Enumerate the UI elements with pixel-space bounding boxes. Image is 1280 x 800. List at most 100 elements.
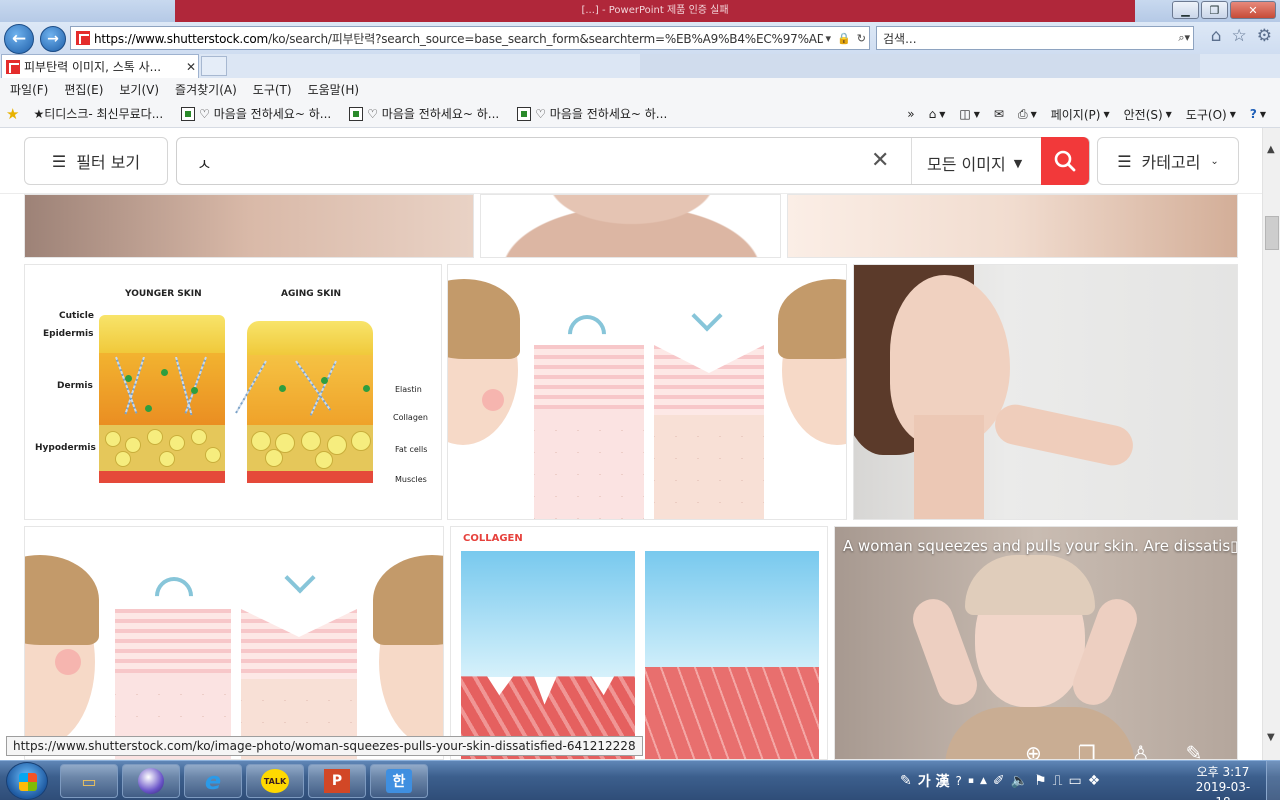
ime-indicator[interactable]: 가 漢 bbox=[918, 771, 950, 791]
minimize-button[interactable]: ▁ bbox=[1172, 1, 1199, 19]
menu-tools[interactable]: 도구(T) bbox=[253, 81, 292, 98]
collection-icon[interactable]: ❐ bbox=[1078, 741, 1096, 759]
browser-tab[interactable]: 피부탄력 이미지, 스톡 사... ✕ bbox=[1, 54, 199, 78]
list-icon: ☰ bbox=[1117, 151, 1132, 171]
menu-file[interactable]: 파일(F) bbox=[10, 81, 48, 98]
dropbox-icon[interactable]: ❖ bbox=[1088, 773, 1101, 789]
filter-label: 필터 보기 bbox=[76, 153, 141, 172]
menu-edit[interactable]: 편집(E) bbox=[64, 81, 103, 98]
show-hidden-icons[interactable]: ▲ bbox=[980, 776, 987, 786]
zoom-plus-icon[interactable]: ⊕ bbox=[1025, 741, 1042, 759]
image-tile[interactable]: YOUNGER SKIN AGING SKIN Cuticle Epidermi… bbox=[24, 264, 442, 520]
tools-menu-label: 도구(O) bbox=[1185, 107, 1227, 122]
image-tile[interactable] bbox=[853, 264, 1238, 520]
star-icon[interactable]: ☆ bbox=[1232, 26, 1247, 46]
vertical-scrollbar[interactable]: ▲ ▼ bbox=[1262, 128, 1280, 760]
lock-icon[interactable]: 🔒 bbox=[837, 32, 851, 45]
hangul-icon: 한 bbox=[386, 769, 412, 793]
gallery-icon bbox=[349, 106, 364, 121]
url-domain: https://www.shutterstock.com bbox=[94, 31, 269, 46]
ime-tools-icon[interactable]: ✎ bbox=[900, 773, 912, 789]
home-command[interactable]: ⌂ ▼ bbox=[929, 107, 946, 121]
search-submit-button[interactable] bbox=[1041, 137, 1089, 185]
taskbar-internet-explorer[interactable]: e bbox=[184, 764, 242, 798]
browser-search-placeholder: 검색... bbox=[883, 31, 917, 46]
menu-help[interactable]: 도움말(H) bbox=[308, 81, 360, 98]
taskbar-powerpoint[interactable]: P bbox=[308, 764, 366, 798]
address-bar[interactable]: https://www.shutterstock.com/ko/search/피… bbox=[70, 26, 870, 50]
clear-search-icon[interactable]: ✕ bbox=[871, 148, 889, 173]
menu-favorites[interactable]: 즐겨찾기(A) bbox=[175, 81, 237, 98]
image-tile[interactable] bbox=[24, 194, 474, 258]
volume-icon[interactable]: 🔈 bbox=[1011, 773, 1028, 789]
tools-command[interactable]: 도구(O) ▼ bbox=[1186, 106, 1236, 123]
favorite-link[interactable]: ♡ 마음을 전하세요~ 하... bbox=[349, 105, 499, 122]
start-button[interactable] bbox=[6, 762, 48, 800]
image-tile[interactable]: A woman squeezes and pulls your skin. Ar… bbox=[834, 526, 1238, 760]
menu-view[interactable]: 보기(V) bbox=[119, 81, 159, 98]
taskbar-explorer[interactable]: ▭ bbox=[60, 764, 118, 798]
gear-icon[interactable]: ⚙ bbox=[1257, 26, 1272, 46]
image-caption: A woman squeezes and pulls your skin. Ar… bbox=[843, 537, 1238, 555]
filter-button[interactable]: ☰ 필터 보기 bbox=[24, 137, 168, 185]
chevron-down-icon: ⌄ bbox=[1210, 155, 1219, 167]
tab-title: 피부탄력 이미지, 스톡 사... bbox=[24, 60, 162, 74]
pen-icon[interactable]: ✐ bbox=[993, 773, 1005, 789]
image-tile[interactable] bbox=[24, 526, 444, 760]
diagram-label: Hypodermis bbox=[35, 443, 96, 453]
home-icon[interactable]: ⌂ bbox=[1211, 26, 1222, 46]
scroll-thumb[interactable] bbox=[1265, 216, 1279, 250]
mail-command[interactable]: ✉ bbox=[994, 107, 1004, 121]
browser-search-box[interactable]: 검색... ⌕▾ bbox=[876, 26, 1194, 50]
chevron-more-icon[interactable]: » bbox=[907, 107, 914, 121]
page-viewport: ☰ 필터 보기 ㅅ ✕ 모든 이미지 ▼ ☰ 카테고리 ⌄ YOUNGER SKI… bbox=[0, 128, 1262, 760]
safety-command[interactable]: 안전(S) ▼ bbox=[1124, 106, 1172, 123]
powerpoint-icon: P bbox=[324, 769, 350, 793]
maximize-button[interactable]: ❐ bbox=[1201, 1, 1228, 19]
usb-icon[interactable]: ⎍ bbox=[1053, 773, 1063, 789]
image-type-select[interactable]: 모든 이미지 ▼ bbox=[927, 151, 1022, 175]
flag-icon[interactable]: ⚑ bbox=[1034, 773, 1047, 789]
page-command[interactable]: 페이지(P) ▼ bbox=[1051, 106, 1110, 123]
scroll-down-icon[interactable]: ▼ bbox=[1267, 732, 1275, 743]
feeds-command[interactable]: ◫ ▼ bbox=[959, 107, 980, 121]
image-tile[interactable]: COLLAGEN bbox=[450, 526, 828, 760]
clock[interactable]: 오후 3:17 2019-03-18 bbox=[1190, 765, 1256, 800]
close-tab-icon[interactable]: ✕ bbox=[184, 60, 198, 74]
folder-icon: ▭ bbox=[81, 771, 97, 791]
scroll-up-icon[interactable]: ▲ bbox=[1267, 144, 1275, 155]
category-button[interactable]: ☰ 카테고리 ⌄ bbox=[1097, 137, 1239, 185]
refresh-icon[interactable]: ↻ bbox=[857, 32, 866, 45]
favorite-link[interactable]: ♡ 마음을 전하세요~ 하... bbox=[517, 105, 667, 122]
taskbar-kakaotalk[interactable]: TALK bbox=[246, 764, 304, 798]
diagram-label: Cuticle bbox=[59, 311, 94, 321]
network-icon[interactable]: ▭ bbox=[1068, 773, 1081, 789]
favorites-star-icon[interactable]: ★ bbox=[6, 105, 19, 123]
image-tile[interactable] bbox=[787, 194, 1238, 258]
image-tile[interactable] bbox=[480, 194, 781, 258]
dot-icon: ▪ bbox=[967, 776, 974, 786]
system-tray: ✎ 가 漢 ? ▪ ▲ ✐ 🔈 ⚑ ⎍ ▭ ❖ bbox=[900, 765, 1180, 797]
favorite-label: ★티디스크- 최신무료다... bbox=[33, 107, 164, 121]
forward-button[interactable]: → bbox=[40, 26, 66, 52]
help-icon[interactable]: ? bbox=[956, 774, 962, 788]
taskbar-orb-app[interactable] bbox=[122, 764, 180, 798]
search-icon[interactable]: ⌕▾ bbox=[1178, 31, 1190, 45]
back-button[interactable]: ← bbox=[4, 24, 34, 54]
dropdown-arrow-icon[interactable]: ▾ bbox=[826, 32, 832, 45]
url-text[interactable]: https://www.shutterstock.com/ko/search/피… bbox=[94, 30, 823, 47]
close-button[interactable]: ✕ bbox=[1230, 1, 1276, 19]
similar-person-icon[interactable]: ♙ bbox=[1132, 741, 1150, 759]
favorite-link[interactable]: ★티디스크- 최신무료다... bbox=[33, 105, 163, 122]
image-tile[interactable] bbox=[447, 264, 847, 520]
help-command[interactable]: ? ▼ bbox=[1250, 107, 1266, 121]
new-tab-button[interactable] bbox=[201, 56, 227, 76]
edit-icon[interactable]: ✎ bbox=[1186, 741, 1203, 759]
show-desktop-button[interactable] bbox=[1266, 761, 1280, 800]
diagram-label: Elastin bbox=[395, 385, 422, 394]
favorite-link[interactable]: ♡ 마음을 전하세요~ 하... bbox=[181, 105, 331, 122]
taskbar-hangul[interactable]: 한 bbox=[370, 764, 428, 798]
site-search-input[interactable]: ㅅ ✕ 모든 이미지 ▼ bbox=[176, 137, 1090, 185]
print-command[interactable]: ⎙ ▼ bbox=[1018, 107, 1037, 122]
taskbar: ▭ e TALK P 한 ✎ 가 漢 ? ▪ ▲ ✐ 🔈 ⚑ ⎍ ▭ ❖ 오후 … bbox=[0, 760, 1280, 800]
